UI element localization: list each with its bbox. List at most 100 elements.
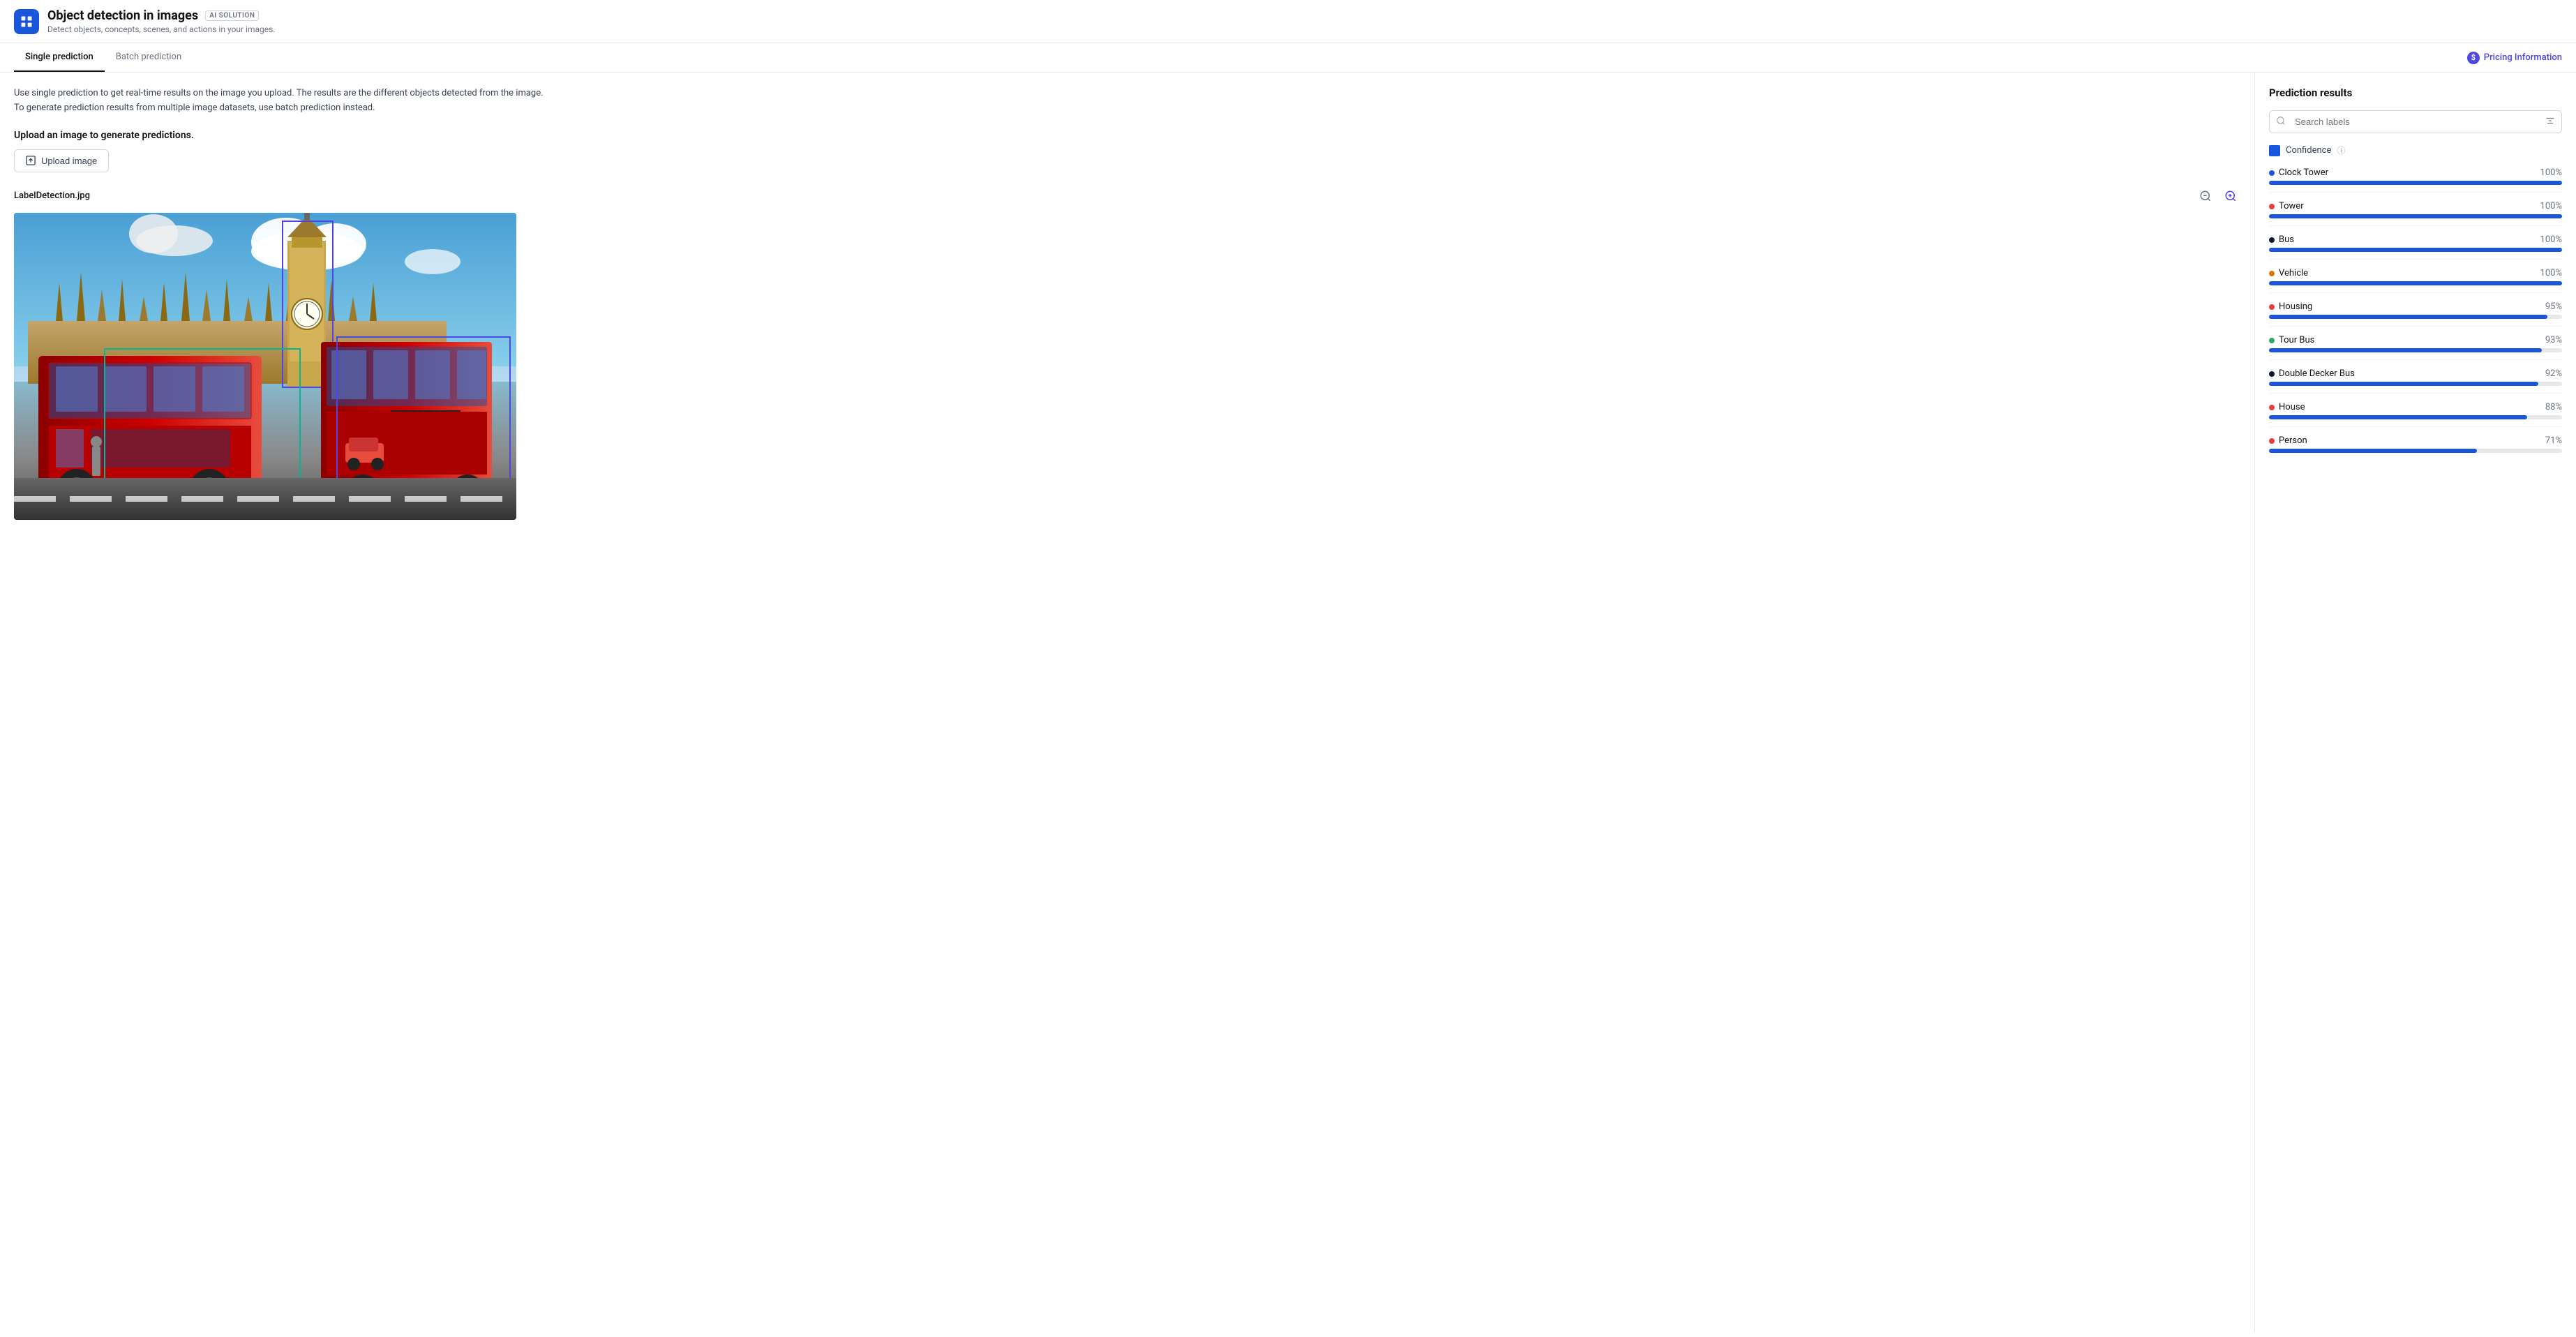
- prediction-item: Bus 100%: [2269, 234, 2562, 260]
- progress-bar-fill: [2269, 181, 2562, 185]
- pred-pct: 71%: [2545, 435, 2562, 446]
- pred-name: Vehicle: [2269, 268, 2308, 278]
- progress-bar-bg: [2269, 382, 2562, 386]
- app-subtitle: Detect objects, concepts, scenes, and ac…: [47, 24, 2562, 34]
- logo-icon: [20, 15, 33, 29]
- pred-pct: 92%: [2545, 368, 2562, 379]
- pred-name: Person: [2269, 435, 2307, 446]
- pred-dot: [2269, 405, 2275, 410]
- app-logo: [14, 9, 39, 34]
- zoom-in-icon: [2224, 190, 2237, 202]
- upload-image-button[interactable]: Upload image: [14, 149, 109, 172]
- app-header: Object detection in images AI SOLUTION D…: [0, 0, 2576, 43]
- search-box: [2269, 110, 2562, 133]
- search-labels-input[interactable]: [2269, 110, 2562, 133]
- progress-bar-bg: [2269, 315, 2562, 319]
- pred-name: Bus: [2269, 234, 2294, 245]
- pred-pct: 100%: [2540, 234, 2562, 245]
- pred-pct: 93%: [2545, 335, 2562, 345]
- pred-name: Tower: [2269, 201, 2304, 211]
- progress-bar-bg: [2269, 281, 2562, 285]
- zoom-controls: [2196, 186, 2240, 206]
- pricing-link[interactable]: $ Pricing Information: [2467, 52, 2562, 64]
- pred-dot: [2269, 170, 2275, 176]
- progress-bar-fill: [2269, 382, 2538, 386]
- pred-dot: [2269, 237, 2275, 243]
- prediction-item: House 88%: [2269, 402, 2562, 427]
- pred-pct: 100%: [2540, 268, 2562, 278]
- pred-name: Double Decker Bus: [2269, 368, 2355, 379]
- divider: [2269, 426, 2562, 427]
- divider: [2269, 326, 2562, 327]
- prediction-item: Vehicle 100%: [2269, 268, 2562, 293]
- description-text: Use single prediction to get real-time r…: [14, 87, 2240, 116]
- progress-bar-fill: [2269, 449, 2477, 453]
- zoom-out-button[interactable]: [2196, 186, 2215, 206]
- pred-name: Tour Bus: [2269, 335, 2314, 345]
- progress-bar-fill: [2269, 415, 2527, 419]
- pred-name: House: [2269, 402, 2305, 412]
- filter-icon[interactable]: [2545, 116, 2555, 128]
- zoom-in-button[interactable]: [2221, 186, 2240, 206]
- progress-bar-fill: [2269, 248, 2562, 252]
- prediction-item: Double Decker Bus 92%: [2269, 368, 2562, 394]
- pred-name: Clock Tower: [2269, 167, 2328, 178]
- image-header: LabelDetection.jpg: [14, 186, 2240, 206]
- pricing-icon: $: [2467, 52, 2480, 64]
- confidence-info-icon[interactable]: ⓘ: [2337, 144, 2345, 156]
- content-area: Use single prediction to get real-time r…: [0, 73, 2576, 1333]
- pred-pct: 100%: [2540, 167, 2562, 178]
- pred-dot: [2269, 304, 2275, 310]
- divider: [2269, 393, 2562, 394]
- prediction-item: Person 71%: [2269, 435, 2562, 453]
- image-area: LabelDetection.jpg: [14, 186, 2240, 523]
- confidence-color-swatch: [2269, 145, 2280, 156]
- upload-icon: [26, 156, 36, 165]
- pred-dot: [2269, 204, 2275, 209]
- divider: [2269, 225, 2562, 226]
- divider: [2269, 192, 2562, 193]
- progress-bar-bg: [2269, 248, 2562, 252]
- progress-bar-fill: [2269, 214, 2562, 218]
- progress-bar-bg: [2269, 348, 2562, 352]
- pred-pct: 100%: [2540, 201, 2562, 211]
- upload-button-label: Upload image: [41, 156, 97, 166]
- tab-single-prediction[interactable]: Single prediction: [14, 43, 105, 72]
- progress-bar-fill: [2269, 348, 2542, 352]
- pred-dot: [2269, 438, 2275, 444]
- scene-svg: 453: [14, 213, 516, 520]
- tabs-bar: Single prediction Batch prediction $ Pri…: [0, 43, 2576, 73]
- panel-title: Prediction results: [2269, 87, 2562, 99]
- pred-pct: 95%: [2545, 301, 2562, 312]
- pred-name: Housing: [2269, 301, 2312, 312]
- progress-bar-bg: [2269, 181, 2562, 185]
- pred-dot: [2269, 271, 2275, 276]
- pred-dot: [2269, 338, 2275, 343]
- progress-bar-bg: [2269, 449, 2562, 453]
- upload-heading: Upload an image to generate predictions.: [14, 130, 2240, 141]
- divider: [2269, 359, 2562, 360]
- left-panel: Use single prediction to get real-time r…: [0, 73, 2255, 1333]
- app-title: Object detection in images: [47, 8, 198, 23]
- prediction-item: Housing 95%: [2269, 301, 2562, 327]
- zoom-out-icon: [2199, 190, 2212, 202]
- prediction-item: Tour Bus 93%: [2269, 335, 2562, 360]
- prediction-list: Clock Tower 100% Tower 100% Bus 100%: [2269, 167, 2562, 453]
- header-title-block: Object detection in images AI SOLUTION D…: [47, 8, 2562, 34]
- progress-bar-fill: [2269, 315, 2547, 319]
- filename-label: LabelDetection.jpg: [14, 191, 90, 201]
- progress-bar-fill: [2269, 281, 2562, 285]
- divider: [2269, 259, 2562, 260]
- prediction-item: Clock Tower 100%: [2269, 167, 2562, 193]
- confidence-legend: Confidence ⓘ: [2269, 144, 2562, 156]
- progress-bar-bg: [2269, 214, 2562, 218]
- tab-batch-prediction[interactable]: Batch prediction: [105, 43, 193, 72]
- confidence-label: Confidence: [2286, 145, 2331, 156]
- divider: [2269, 292, 2562, 293]
- right-panel: Prediction results Confidence ⓘ: [2255, 73, 2576, 1333]
- image-container: 453: [14, 213, 516, 520]
- search-icon: [2276, 116, 2286, 128]
- image-scene: 453: [14, 213, 516, 520]
- ai-badge: AI SOLUTION: [205, 10, 259, 21]
- pred-pct: 88%: [2545, 402, 2562, 412]
